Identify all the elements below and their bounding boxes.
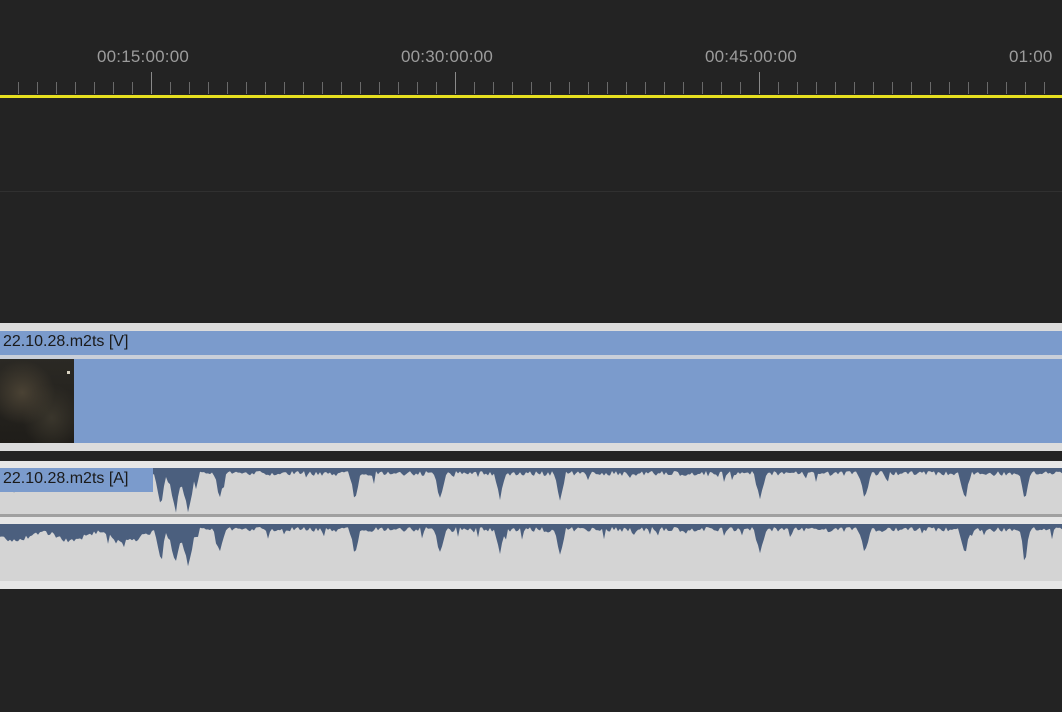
clip-body	[0, 359, 1062, 443]
time-ruler[interactable]: 00:15:00:00 00:30:00:00 00:45:00:00 01:0…	[0, 0, 1062, 100]
clip-header	[0, 331, 1062, 355]
timecode-label: 00:30:00:00	[401, 47, 494, 66]
timecode-label: 00:45:00:00	[705, 47, 798, 66]
track-separator	[0, 191, 1062, 192]
timeline-panel[interactable]: 00:15:00:00 00:30:00:00 00:45:00:00 01:0…	[0, 0, 1062, 712]
work-area-bar[interactable]	[0, 95, 1062, 98]
timecode-label: 00:15:00:00	[97, 47, 190, 66]
audio-clip[interactable]: 22.10.28.m2ts [A]	[0, 461, 1062, 589]
audio-waveform	[0, 468, 1062, 581]
track-gap	[0, 451, 1062, 461]
video-clip[interactable]: 22.10.28.m2ts [V]	[0, 323, 1062, 451]
video-clip-name: 22.10.28.m2ts [V]	[3, 333, 129, 350]
timecode-label: 01:00	[1009, 47, 1053, 66]
audio-clip-name: 22.10.28.m2ts [A]	[3, 470, 129, 487]
channel-divider	[0, 514, 1062, 517]
video-thumbnail	[0, 359, 74, 443]
